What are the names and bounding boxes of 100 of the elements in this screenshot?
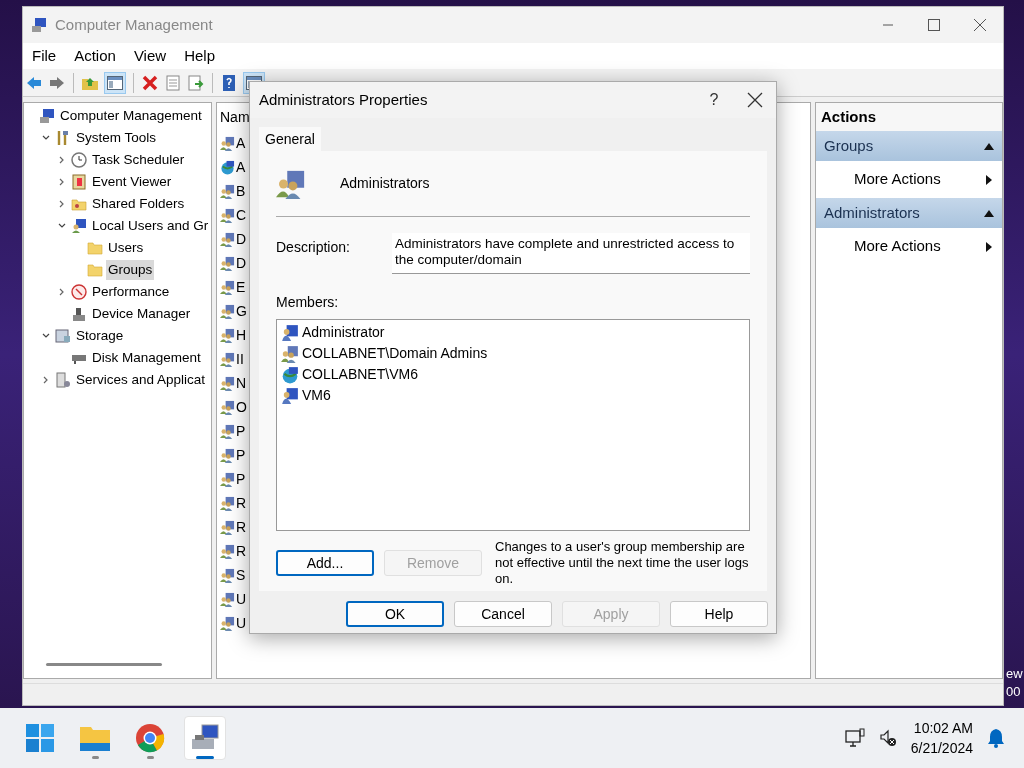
list-item[interactable]: C <box>236 204 247 226</box>
group-icon <box>220 375 235 391</box>
tree-item[interactable]: Groups <box>106 259 155 281</box>
tree-item[interactable]: Services and Applicat <box>74 369 208 391</box>
member-item[interactable]: COLLABNET\Domain Admins <box>302 343 488 364</box>
list-item[interactable]: R <box>236 492 247 514</box>
member-item[interactable]: Administrator <box>302 322 385 343</box>
field-label: Members: <box>276 293 340 312</box>
tree-item[interactable]: Shared Folders <box>90 193 187 215</box>
list-item[interactable]: U <box>236 612 247 634</box>
tree-item[interactable]: Storage <box>74 325 126 347</box>
field-label: Description: <box>276 238 351 257</box>
tree-item[interactable]: Device Manager <box>90 303 193 325</box>
show-pane-icon[interactable] <box>104 71 126 94</box>
group-icon <box>220 327 235 343</box>
user-computer-icon <box>281 323 299 342</box>
tree-item[interactable]: Task Scheduler <box>90 149 187 171</box>
close-icon[interactable] <box>747 92 763 108</box>
tree-item[interactable]: Disk Management <box>90 347 203 369</box>
group-icon <box>220 519 235 535</box>
user-computer-icon <box>281 386 299 405</box>
column-header[interactable]: Nam <box>220 107 250 131</box>
list-item[interactable]: P <box>236 444 246 466</box>
member-item[interactable]: VM6 <box>302 385 331 406</box>
menu-item[interactable]: View <box>133 44 167 68</box>
tab[interactable]: General <box>259 127 321 151</box>
desktop-icon-label: 00 <box>1006 683 1022 701</box>
list-item[interactable]: U <box>236 588 247 610</box>
list-item[interactable]: D <box>236 228 247 250</box>
export-list-icon[interactable] <box>187 73 205 92</box>
desktop-icon-label: ew <box>1006 665 1023 683</box>
list-item[interactable]: G <box>236 300 247 322</box>
bell-icon[interactable] <box>987 728 1005 748</box>
tree-item[interactable]: Local Users and Gr <box>90 215 211 237</box>
group-icon <box>220 303 235 319</box>
dialog-button[interactable]: Add... <box>276 550 374 576</box>
group-icon <box>281 344 299 363</box>
list-item[interactable]: P <box>236 420 246 442</box>
list-item[interactable]: R <box>236 516 247 538</box>
storage-icon <box>55 328 71 344</box>
action-link[interactable]: More Actions <box>816 228 1002 265</box>
folder-icon <box>87 240 103 256</box>
description-field[interactable]: Administrators have complete and unrestricted access to the computer/domain <box>392 233 750 274</box>
taskbar-button[interactable] <box>184 716 226 760</box>
tree-item[interactable]: System Tools <box>74 127 159 149</box>
tree-item[interactable]: Users <box>106 237 146 259</box>
list-item[interactable]: D <box>236 252 247 274</box>
help-book-icon[interactable] <box>220 73 238 92</box>
window-title: Computer Management <box>55 14 213 35</box>
group-icon <box>220 615 235 631</box>
tree-item[interactable]: Performance <box>90 281 172 303</box>
list-item[interactable]: O <box>236 396 247 418</box>
group-icon <box>220 471 235 487</box>
group-icon <box>220 255 235 271</box>
group-icon <box>220 591 235 607</box>
help-button[interactable]: ? <box>694 88 734 112</box>
browser-icon[interactable] <box>135 723 165 753</box>
clock-time[interactable]: 10:02 AM <box>913 718 973 738</box>
list-item[interactable]: R <box>236 540 247 562</box>
dialog-button[interactable]: Help <box>670 601 768 627</box>
tools-icon <box>55 130 71 146</box>
group-icon <box>220 279 235 295</box>
list-item[interactable]: A <box>236 156 246 178</box>
list-item[interactable]: II <box>236 348 244 370</box>
menu-item[interactable]: Action <box>74 44 116 68</box>
menu-item[interactable]: Help <box>184 44 215 68</box>
list-item[interactable]: E <box>236 276 246 298</box>
group-icon <box>220 183 235 199</box>
member-item[interactable]: COLLABNET\VM6 <box>302 364 418 385</box>
list-item[interactable]: B <box>236 180 246 202</box>
delete-x-icon[interactable] <box>141 73 159 92</box>
list-item[interactable]: A <box>236 132 246 154</box>
volume-muted-icon[interactable] <box>878 729 897 747</box>
group-icon <box>220 567 235 583</box>
actions-section-header[interactable]: Administrators <box>816 198 1002 228</box>
list-item[interactable]: S <box>236 564 246 586</box>
actions-section-header[interactable]: Groups <box>816 131 1002 161</box>
membership-note: Changes to a user's group membership are not effective until the next time the user logs on. <box>495 539 750 587</box>
list-item[interactable]: N <box>236 372 247 394</box>
dialog-button[interactable]: OK <box>346 601 444 627</box>
group-icon <box>220 543 235 559</box>
submenu-triangle-icon <box>986 241 992 252</box>
horizontal-scrollbar[interactable] <box>46 663 162 666</box>
windows-start-icon[interactable] <box>25 723 55 753</box>
dialog-button[interactable]: Cancel <box>454 601 552 627</box>
group-icon <box>220 495 235 511</box>
collapse-triangle-icon <box>984 142 994 150</box>
group-icon <box>220 423 235 439</box>
computer-icon <box>39 108 55 124</box>
list-item[interactable]: P <box>236 468 246 490</box>
group-icon <box>220 399 235 415</box>
network-icon[interactable] <box>844 728 865 748</box>
tree-item[interactable]: Computer Management <box>58 105 204 127</box>
gauge-icon <box>71 284 87 300</box>
tree-item[interactable]: Event Viewer <box>90 171 174 193</box>
menu-item[interactable]: File <box>32 44 57 68</box>
clock-date[interactable]: 6/21/2024 <box>910 738 973 758</box>
action-link[interactable]: More Actions <box>816 161 1002 198</box>
members-list[interactable]: Administrator COLLABNET\Domain Admins COLLABNET\VM6 VM6 <box>276 319 750 531</box>
list-item[interactable]: H <box>236 324 247 346</box>
